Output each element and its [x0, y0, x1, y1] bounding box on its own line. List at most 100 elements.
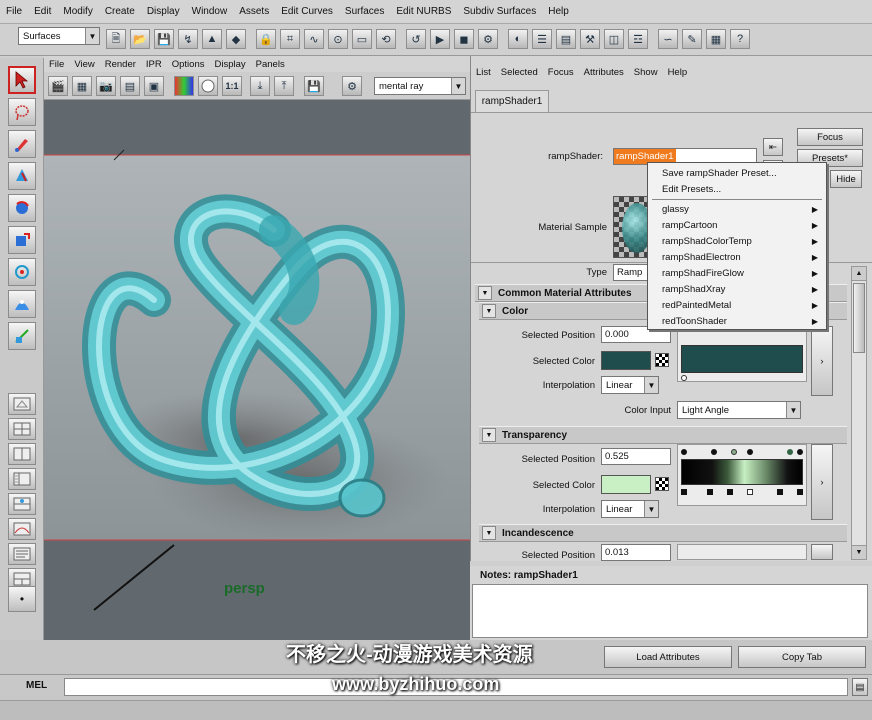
copy-tab-button[interactable]: Copy Tab [738, 646, 866, 668]
notes-textarea[interactable] [472, 584, 868, 638]
menu-surfaces[interactable]: Surfaces [339, 6, 390, 17]
layer-editor-icon[interactable]: ◫ [604, 29, 624, 49]
panel-menu-render[interactable]: Render [100, 59, 141, 70]
section-incandescence[interactable]: ▼ Incandescence [479, 524, 847, 542]
attribute-editor-icon[interactable]: ▤ [556, 29, 576, 49]
rotate-tool-icon[interactable] [8, 194, 36, 222]
outliner-icon[interactable]: ☲ [628, 29, 648, 49]
select-hierarchy-icon[interactable]: ↯ [178, 29, 198, 49]
scroll-down-icon[interactable]: ▼ [852, 545, 866, 559]
incandescence-ramp-expand-icon[interactable] [811, 544, 833, 560]
ramp-expand-icon[interactable]: › [811, 326, 833, 396]
script-editor-icon[interactable]: ✎ [682, 29, 702, 49]
refresh-ipr-icon[interactable]: ▣ [144, 76, 164, 96]
show-manipulator-icon[interactable] [8, 322, 36, 350]
layout-two-icon[interactable] [8, 443, 36, 465]
menu-help[interactable]: Help [542, 6, 575, 17]
ipr-render-icon[interactable]: ▤ [120, 76, 140, 96]
transparency-ramp-expand-icon[interactable]: › [811, 444, 833, 520]
history-icon[interactable]: ↺ [406, 29, 426, 49]
menu-file[interactable]: File [0, 6, 28, 17]
menu-edit-nurbs[interactable]: Edit NURBS [390, 6, 457, 17]
incandescence-ramp-widget[interactable] [677, 544, 807, 560]
tool-settings-icon[interactable]: ⚒ [580, 29, 600, 49]
snapshot-icon[interactable]: 📷 [96, 76, 116, 96]
input-connection-icon[interactable]: ⇤ [763, 138, 783, 156]
paint-select-tool-icon[interactable] [8, 130, 36, 158]
type-dropdown[interactable]: Ramp [613, 264, 649, 281]
lasso-tool-icon[interactable] [8, 98, 36, 126]
preset-item-rampshadfireglow[interactable]: rampShadFireGlow ▶ [662, 265, 822, 281]
ae-menu-help[interactable]: Help [663, 67, 693, 78]
layout-graph-icon[interactable] [8, 518, 36, 540]
select-tool-icon[interactable] [8, 66, 36, 94]
transparency-position-field[interactable]: 0.525 [601, 448, 671, 465]
color-map-icon[interactable] [655, 353, 669, 367]
scale-tool-icon[interactable] [8, 226, 36, 254]
layout-script-icon[interactable] [8, 543, 36, 565]
focus-button[interactable]: Focus [797, 128, 863, 146]
color-selected-swatch[interactable] [601, 351, 651, 370]
transparency-selected-swatch[interactable] [601, 475, 651, 494]
scroll-thumb[interactable] [853, 283, 865, 353]
render-viewport[interactable]: persp [44, 100, 470, 668]
ramp-handles-bottom[interactable] [681, 489, 803, 497]
snap-point-icon[interactable]: ⊙ [328, 29, 348, 49]
save-scene-icon[interactable]: 💾 [154, 29, 174, 49]
panel-menu-view[interactable]: View [69, 59, 99, 70]
ae-menu-focus[interactable]: Focus [543, 67, 579, 78]
ramp-handles-top[interactable] [681, 449, 803, 457]
layout-outliner-icon[interactable] [8, 468, 36, 490]
soft-modification-icon[interactable] [8, 290, 36, 318]
layout-four-icon[interactable] [8, 418, 36, 440]
render-current-icon[interactable]: ▶ [430, 29, 450, 49]
color-ramp-widget[interactable] [677, 326, 807, 382]
make-live-icon[interactable]: ⟲ [376, 29, 396, 49]
save-preset-menu-item[interactable]: Save rampShader Preset... [662, 165, 822, 181]
new-scene-icon[interactable]: 🗎 [106, 29, 126, 49]
ipr-render-icon[interactable]: ◼ [454, 29, 474, 49]
menu-set-dropdown[interactable]: Surfaces ▼ [18, 27, 100, 45]
preset-item-redtoonshader[interactable]: redToonShader ▶ [662, 313, 822, 329]
snap-plane-icon[interactable]: ▭ [352, 29, 372, 49]
menu-edit[interactable]: Edit [28, 6, 57, 17]
display-real-size-icon[interactable]: 1:1 [222, 76, 242, 96]
alpha-channel-icon[interactable] [198, 76, 218, 96]
color-input-dropdown[interactable]: Light Angle ▼ [677, 401, 801, 419]
scroll-up-icon[interactable]: ▲ [852, 267, 866, 281]
preset-item-rampshadxray[interactable]: rampShadXray ▶ [662, 281, 822, 297]
tools-toggle-icon[interactable]: ▦ [706, 29, 726, 49]
transparency-ramp-bar[interactable] [681, 459, 803, 485]
preset-item-rampshadcolortemp[interactable]: rampShadColorTemp ▶ [662, 233, 822, 249]
universal-manipulator-icon[interactable] [8, 258, 36, 286]
select-object-icon[interactable]: ▲ [202, 29, 222, 49]
preset-item-redpaintedmetal[interactable]: redPaintedMetal ▶ [662, 297, 822, 313]
move-tool-icon[interactable] [8, 162, 36, 190]
ramp-handle[interactable] [681, 375, 687, 381]
snap-curve-icon[interactable]: ∿ [304, 29, 324, 49]
panel-menu-ipr[interactable]: IPR [141, 59, 167, 70]
menu-edit-curves[interactable]: Edit Curves [275, 6, 339, 17]
preset-item-rampshadelectron[interactable]: rampShadElectron ▶ [662, 249, 822, 265]
layout-hypershade-icon[interactable] [8, 493, 36, 515]
menu-window[interactable]: Window [186, 6, 234, 17]
panel-menu-panels[interactable]: Panels [251, 59, 290, 70]
ae-menu-list[interactable]: List [471, 67, 496, 78]
layout-single-icon[interactable] [8, 393, 36, 415]
panel-menu-display[interactable]: Display [210, 59, 251, 70]
color-interpolation-dropdown[interactable]: Linear ▼ [601, 376, 659, 394]
hypershade-icon[interactable]: ◐ [508, 29, 528, 49]
render-settings-icon[interactable]: ⚙ [478, 29, 498, 49]
snap-grid-icon[interactable]: ⌗ [280, 29, 300, 49]
panel-menu-file[interactable]: File [44, 59, 69, 70]
menu-display[interactable]: Display [141, 6, 186, 17]
load-attributes-button[interactable]: Load Attributes [604, 646, 732, 668]
preset-item-rampcartoon[interactable]: rampCartoon ▶ [662, 217, 822, 233]
render-region-icon[interactable]: ▦ [72, 76, 92, 96]
scrollbar[interactable]: ▲ ▼ [851, 266, 867, 560]
ae-menu-show[interactable]: Show [629, 67, 663, 78]
menu-subdiv-surfaces[interactable]: Subdiv Surfaces [457, 6, 542, 17]
script-editor-icon[interactable]: ▤ [852, 678, 868, 696]
ae-menu-attributes[interactable]: Attributes [579, 67, 629, 78]
remove-image-icon[interactable]: ⤒ [274, 76, 294, 96]
